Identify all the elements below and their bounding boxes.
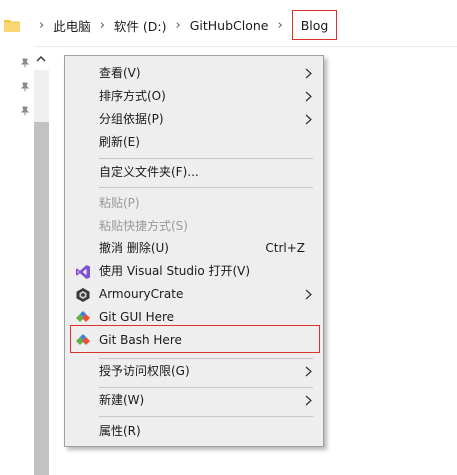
breadcrumb-item-current[interactable]: Blog (291, 10, 338, 40)
menu-item-label: 新建(W) (99, 393, 145, 407)
pin-icon[interactable] (20, 58, 30, 68)
context-menu: 查看(V) 排序方式(O) 分组依据(P) 刷新(E) 自定义文件夹(F)...… (64, 55, 324, 447)
menu-item-customize-folder[interactable]: 自定义文件夹(F)... (65, 161, 323, 184)
menu-item-refresh[interactable]: 刷新(E) (65, 131, 323, 154)
chevron-right-icon (305, 114, 312, 125)
menu-separator (99, 358, 313, 359)
menu-separator (99, 387, 313, 388)
menu-item-label: 撤消 删除(U) (99, 241, 169, 255)
menu-item-label: 自定义文件夹(F)... (99, 165, 199, 179)
breadcrumb-current-label: Blog (300, 17, 329, 33)
chevron-right-icon (305, 395, 312, 406)
menu-item-label: 授予访问权限(G) (99, 364, 190, 378)
highlight-box (70, 325, 320, 353)
breadcrumb: › 此电脑 › 软件 (D:) › GitHubClone › Blog (4, 10, 338, 40)
chevron-right-icon[interactable]: › (277, 19, 282, 32)
menu-item-group-by[interactable]: 分组依据(P) (65, 108, 323, 131)
visual-studio-icon (76, 265, 90, 279)
menu-separator (99, 416, 313, 417)
chevron-right-icon (305, 366, 312, 377)
menu-item-properties[interactable]: 属性(R) (65, 420, 323, 443)
pin-icon[interactable] (20, 106, 30, 116)
menu-item-label: ArmouryCrate (99, 287, 184, 301)
menu-item-label: 分组依据(P) (99, 112, 164, 126)
menu-item-view[interactable]: 查看(V) (65, 62, 323, 85)
menu-separator (99, 187, 313, 188)
armoury-crate-icon (76, 288, 90, 302)
chevron-right-icon (305, 91, 312, 102)
menu-item-open-with-visual-studio[interactable]: 使用 Visual Studio 打开(V) (65, 260, 323, 283)
chevron-right-icon[interactable]: › (39, 19, 44, 32)
breadcrumb-item-githubclone[interactable]: GitHubClone (190, 18, 269, 33)
menu-item-label: 属性(R) (99, 424, 141, 438)
folder-icon (4, 20, 20, 32)
chevron-right-icon (305, 289, 312, 300)
menu-item-give-access-to[interactable]: 授予访问权限(G) (65, 360, 323, 383)
menu-item-label: 使用 Visual Studio 打开(V) (99, 264, 251, 278)
breadcrumb-item-this-pc[interactable]: 此电脑 (53, 16, 91, 35)
breadcrumb-item-drive-d[interactable]: 软件 (D:) (114, 16, 167, 35)
menu-item-undo-delete[interactable]: 撤消 删除(U) Ctrl+Z (65, 237, 323, 260)
chevron-right-icon[interactable]: › (176, 19, 181, 32)
menu-item-armourycrate[interactable]: ArmouryCrate (65, 283, 323, 306)
scrollbar-thumb[interactable] (34, 122, 49, 475)
chevron-right-icon[interactable]: › (100, 19, 105, 32)
menu-item-sort-by[interactable]: 排序方式(O) (65, 85, 323, 108)
menu-item-paste-shortcut: 粘贴快捷方式(S) (65, 215, 323, 238)
menu-item-label: 排序方式(O) (99, 89, 166, 103)
chevron-right-icon (305, 68, 312, 79)
menu-item-label: 粘贴快捷方式(S) (99, 219, 188, 233)
menu-item-new[interactable]: 新建(W) (65, 389, 323, 412)
menu-item-shortcut: Ctrl+Z (265, 241, 305, 255)
address-bar[interactable]: › 此电脑 › 软件 (D:) › GitHubClone › Blog (0, 0, 457, 47)
menu-item-label: 刷新(E) (99, 135, 140, 149)
menu-item-paste: 粘贴(P) (65, 192, 323, 215)
git-icon (76, 311, 90, 322)
menu-separator (99, 158, 313, 159)
scroll-up-arrow-icon[interactable] (35, 52, 47, 66)
pin-icon[interactable] (20, 82, 30, 92)
menu-item-label: 粘贴(P) (99, 196, 140, 210)
menu-item-label: 查看(V) (99, 66, 141, 80)
